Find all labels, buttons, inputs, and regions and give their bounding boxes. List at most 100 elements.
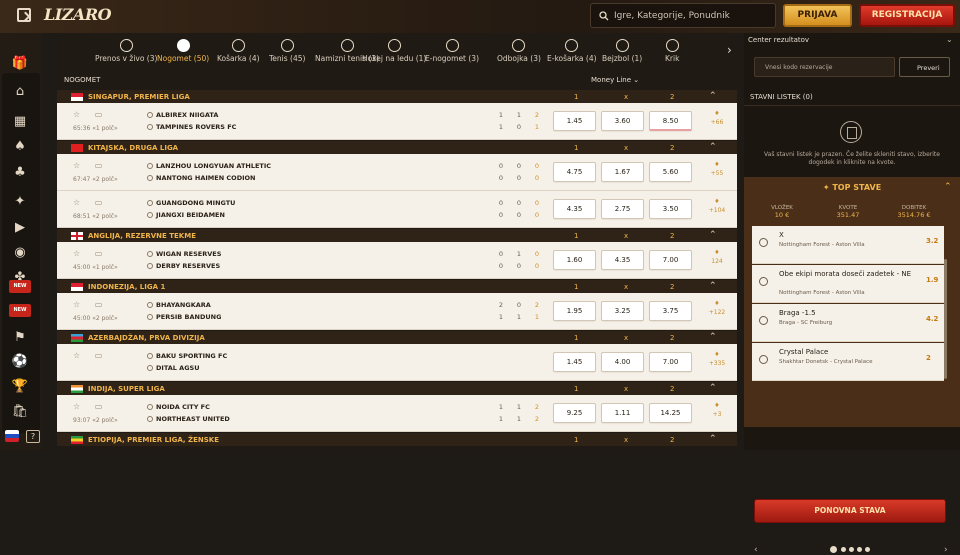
more-markets-count[interactable]: 124 xyxy=(707,258,727,265)
odds-button[interactable]: 1.67 xyxy=(601,162,644,182)
odds-button[interactable]: 4.00 xyxy=(601,352,644,372)
live-icon[interactable]: ▶ xyxy=(12,219,28,235)
odds-button[interactable]: 1.45 xyxy=(553,352,596,372)
top-bet-pick[interactable]: Obe ekipi morata doseči zadetek - NE Nott… xyxy=(752,265,944,303)
league-header[interactable]: AZERBAJDŽAN, PRVA DIVIZIJA 1 x 2 ⌃ xyxy=(57,331,737,344)
more-markets-count[interactable]: +104 xyxy=(707,207,727,214)
odds-button[interactable]: 2.75 xyxy=(601,199,644,219)
repeat-bet-button[interactable]: PONOVNA STAVA xyxy=(754,499,946,523)
odds-button[interactable]: 9.25 xyxy=(553,403,596,423)
login-button[interactable]: PRIJAVA xyxy=(783,4,852,27)
more-markets-icon[interactable]: ♦ xyxy=(707,161,727,168)
league-header[interactable]: INDIJA, SUPER LIGA 1 x 2 ⌃ xyxy=(57,382,737,395)
help-button[interactable]: ? xyxy=(26,430,40,443)
favorite-icon[interactable]: ☆ ▭ xyxy=(73,249,108,258)
shop-icon[interactable]: 🛍 xyxy=(12,403,29,419)
more-markets-icon[interactable]: ♦ xyxy=(707,300,727,307)
more-markets-count[interactable]: +66 xyxy=(707,119,727,126)
odds-button[interactable]: 4.75 xyxy=(553,162,596,182)
odds-button[interactable]: 3.50 xyxy=(649,199,692,219)
odds-button[interactable]: 1.45 xyxy=(553,111,596,131)
more-markets-icon[interactable]: ♦ xyxy=(707,351,727,358)
sport-tab[interactable]: Tenis (45) xyxy=(269,39,305,63)
favorite-icon[interactable]: ☆ ▭ xyxy=(73,198,108,207)
carousel-dot[interactable] xyxy=(857,547,862,552)
more-markets-icon[interactable]: ♦ xyxy=(707,249,727,256)
favorite-icon[interactable]: ☆ ▭ xyxy=(73,110,108,119)
odds-button[interactable]: 8.50 xyxy=(649,111,692,131)
favorite-icon[interactable]: ☆ ▭ xyxy=(73,402,108,411)
chips-icon[interactable]: ◉ xyxy=(12,244,28,260)
results-center-title[interactable]: Center rezultatov xyxy=(748,36,809,44)
chevron-up-icon[interactable]: ⌃ xyxy=(709,281,717,291)
league-header[interactable]: SINGAPUR, PREMIER LIGA 1 x 2 ⌃ xyxy=(57,90,737,103)
odds-button[interactable]: 1.60 xyxy=(553,250,596,270)
match-row[interactable]: ☆ ▭ 45:00 «1 polč» WIGAN RESERVES DERBY RES… xyxy=(57,242,737,279)
chevron-up-icon[interactable]: ⌃ xyxy=(944,182,952,192)
sport-tab[interactable]: E-košarka (4) xyxy=(547,39,597,63)
favorite-icon[interactable]: ☆ ▭ xyxy=(73,161,108,170)
badge-new-icon-2[interactable]: NEW xyxy=(9,304,31,317)
sport-tab[interactable]: Bejzbol (1) xyxy=(602,39,642,63)
match-row[interactable]: ☆ ▭ 93:07 «2 polč» NOIDA CITY FC NORTHEAST … xyxy=(57,395,737,432)
odds-button[interactable]: 4.35 xyxy=(553,199,596,219)
carousel-dot[interactable] xyxy=(865,547,870,552)
bonus-icon[interactable]: ✦ xyxy=(12,193,28,209)
odds-button[interactable]: 3.25 xyxy=(601,301,644,321)
sport-tab[interactable]: Krik xyxy=(665,39,679,63)
match-row[interactable]: ☆ ▭ 67:47 «2 polč» LANZHOU LONGYUAN ATHLET… xyxy=(57,154,737,191)
more-markets-icon[interactable]: ♦ xyxy=(707,402,727,409)
top-bet-pick[interactable]: X Nottingham Forest - Aston Villa 3.2 xyxy=(752,226,944,264)
dice-icon[interactable]: ♣ xyxy=(12,164,28,180)
favorite-icon[interactable]: ☆ ▭ xyxy=(73,351,108,360)
chevron-up-icon[interactable]: ⌃ xyxy=(709,383,717,393)
sport-tab[interactable]: Košarka (4) xyxy=(217,39,260,63)
chevron-left-icon[interactable]: ‹ xyxy=(754,545,758,555)
odds-button[interactable]: 3.60 xyxy=(601,111,644,131)
odds-button[interactable]: 14.25 xyxy=(649,403,692,423)
chevron-right-icon[interactable]: › xyxy=(727,43,732,57)
trophy-icon[interactable]: 🏆 xyxy=(12,378,28,394)
league-header[interactable]: KITAJSKA, DRUGA LIGA 1 x 2 ⌃ xyxy=(57,141,737,154)
casino-icon[interactable]: ▦ xyxy=(12,113,28,129)
register-button[interactable]: REGISTRACIJA xyxy=(859,4,955,27)
sport-tab[interactable]: Nogomet (50) xyxy=(157,39,209,63)
search-input[interactable]: Igre, Kategorije, Ponudnik xyxy=(590,3,776,28)
league-header[interactable]: ANGLIJA, REZERVNE TEKME 1 x 2 ⌃ xyxy=(57,229,737,242)
sport-tab[interactable]: Hokej na ledu (1) xyxy=(362,39,426,63)
more-markets-count[interactable]: +335 xyxy=(707,360,727,367)
logo[interactable]: LIZARO xyxy=(44,5,112,24)
league-header[interactable]: ETIOPIJA, PREMIER LIGA, ŽENSKE 1 x 2 ⌃ xyxy=(57,433,737,446)
sport-tab[interactable]: Odbojka (3) xyxy=(497,39,541,63)
odds-button[interactable]: 4.35 xyxy=(601,250,644,270)
scrollbar[interactable] xyxy=(944,259,947,379)
language-flag-icon[interactable] xyxy=(5,430,19,442)
odds-button[interactable]: 5.60 xyxy=(649,162,692,182)
carousel-dot-active[interactable] xyxy=(830,546,837,553)
odds-button[interactable]: 7.00 xyxy=(649,352,692,372)
chevron-up-icon[interactable]: ⌃ xyxy=(709,332,717,342)
match-row[interactable]: ☆ ▭ 45:00 «2 polč» BHAYANGKARA PERSIB BANDU… xyxy=(57,293,737,330)
more-markets-icon[interactable]: ♦ xyxy=(707,198,727,205)
chevron-up-icon[interactable]: ⌃ xyxy=(709,434,717,444)
match-row[interactable]: ☆ ▭ 68:51 «2 polč» GUANGDONG MINGTU JIANGXI… xyxy=(57,191,737,228)
betslip-tab[interactable]: STAVNI LISTEK (0) xyxy=(750,93,813,101)
odds-button[interactable]: 7.00 xyxy=(649,250,692,270)
match-row[interactable]: ☆ ▭ 65:36 «1 polč» ALBIREX NIIGATA TAMPINES… xyxy=(57,103,737,140)
more-markets-count[interactable]: +55 xyxy=(707,170,727,177)
favorite-icon[interactable]: ☆ ▭ xyxy=(73,300,108,309)
badge-new-icon[interactable]: NEW xyxy=(9,280,31,293)
more-markets-count[interactable]: +122 xyxy=(707,309,727,316)
top-bet-pick[interactable]: Crystal Palace Shakhtar Donetsk - Crystal… xyxy=(752,343,944,381)
league-header[interactable]: INDONEZIJA, LIGA 1 1 x 2 ⌃ xyxy=(57,280,737,293)
sport-tab[interactable]: E-nogomet (3) xyxy=(425,39,479,63)
carousel-dot[interactable] xyxy=(849,547,854,552)
login-icon[interactable] xyxy=(17,8,31,22)
chevron-up-icon[interactable]: ⌃ xyxy=(709,91,717,101)
odds-button[interactable]: 1.95 xyxy=(553,301,596,321)
ball-icon[interactable]: ⚽ xyxy=(12,353,28,369)
booking-code-input[interactable]: Vnesi kodo rezervacije xyxy=(754,57,895,77)
odds-button[interactable]: 1.11 xyxy=(601,403,644,423)
cards-icon[interactable]: ♠ xyxy=(12,138,28,154)
market-select[interactable]: Money Line ⌄ xyxy=(591,76,639,84)
